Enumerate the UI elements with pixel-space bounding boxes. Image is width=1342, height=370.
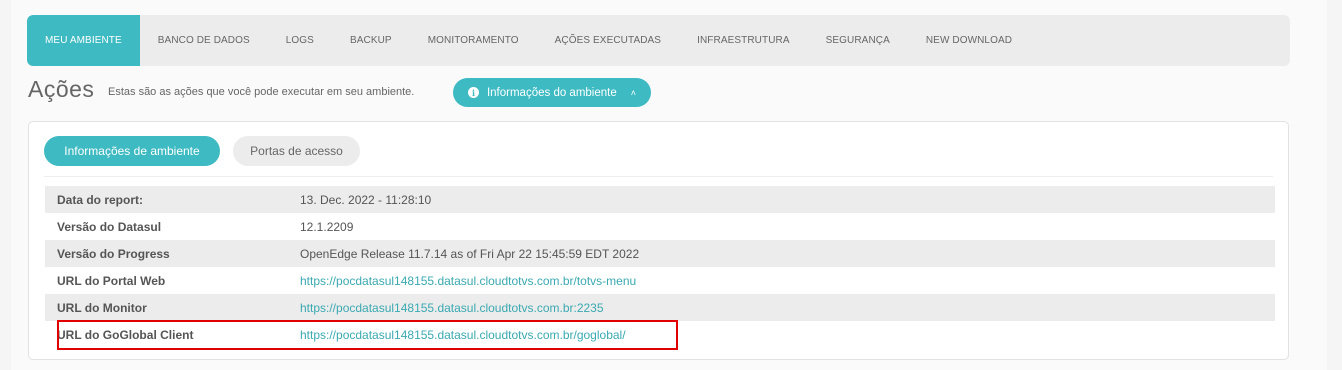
nav-tab-infraestrutura[interactable]: INFRAESTRUTURA xyxy=(679,15,808,66)
nav-tab-backup[interactable]: BACKUP xyxy=(332,15,410,66)
nav-tab-acoes-executadas[interactable]: AÇÕES EXECUTADAS xyxy=(537,15,679,66)
table-row: URL do Portal Web https://pocdatasul1481… xyxy=(45,267,1275,294)
nav-tab-seguranca[interactable]: SEGURANÇA xyxy=(808,15,908,66)
nav-tab-logs[interactable]: LOGS xyxy=(268,15,332,66)
tab-portas-de-acesso[interactable]: Portas de acesso xyxy=(233,136,360,166)
row-value: https://pocdatasul148155.datasul.cloudto… xyxy=(300,294,1275,321)
nav-tab-banco-de-dados[interactable]: BANCO DE DADOS xyxy=(140,15,268,66)
tab-informacoes-de-ambiente[interactable]: Informações de ambiente xyxy=(44,136,220,166)
row-label: Data do report: xyxy=(57,192,144,207)
table-row: Versão do Progress OpenEdge Release 11.7… xyxy=(45,240,1275,267)
table-row: URL do Monitor https://pocdatasul148155.… xyxy=(45,294,1275,321)
nav-tab-monitoramento[interactable]: MONITORAMENTO xyxy=(410,15,537,66)
row-label: URL do Monitor xyxy=(57,300,147,315)
main-nav: MEU AMBIENTE BANCO DE DADOS LOGS BACKUP … xyxy=(27,15,1290,66)
nav-tab-new-download[interactable]: NEW DOWNLOAD xyxy=(908,15,1030,66)
environment-info-button[interactable]: i Informações do ambiente ˄ xyxy=(453,78,651,107)
monitor-url-link[interactable]: https://pocdatasul148155.datasul.cloudto… xyxy=(300,301,604,315)
row-value: OpenEdge Release 11.7.14 as of Fri Apr 2… xyxy=(300,246,640,261)
red-highlight-annotation xyxy=(57,320,678,350)
page-title: Ações xyxy=(28,76,95,102)
row-label: URL do Portal Web xyxy=(57,273,166,288)
table-row: Data do report: 13. Dec. 2022 - 11:28:10 xyxy=(45,186,1275,213)
row-label: Versão do Datasul xyxy=(57,219,162,234)
row-value: https://pocdatasul148155.datasul.cloudto… xyxy=(300,267,1275,294)
nav-tab-meu-ambiente[interactable]: MEU AMBIENTE xyxy=(27,15,140,66)
divider xyxy=(44,176,1273,177)
table-row: Versão do Datasul 12.1.2209 xyxy=(45,213,1275,240)
info-icon: i xyxy=(467,87,479,98)
environment-info-button-label: Informações do ambiente xyxy=(486,86,617,99)
row-label: Versão do Progress xyxy=(57,246,170,261)
row-value: 13. Dec. 2022 - 11:28:10 xyxy=(300,192,432,207)
page-subtitle: Estas são as ações que você pode executa… xyxy=(108,86,415,98)
portal-web-url-link[interactable]: https://pocdatasul148155.datasul.cloudto… xyxy=(300,274,636,288)
row-value: 12.1.2209 xyxy=(300,219,354,234)
chevron-up-icon: ˄ xyxy=(630,87,637,98)
